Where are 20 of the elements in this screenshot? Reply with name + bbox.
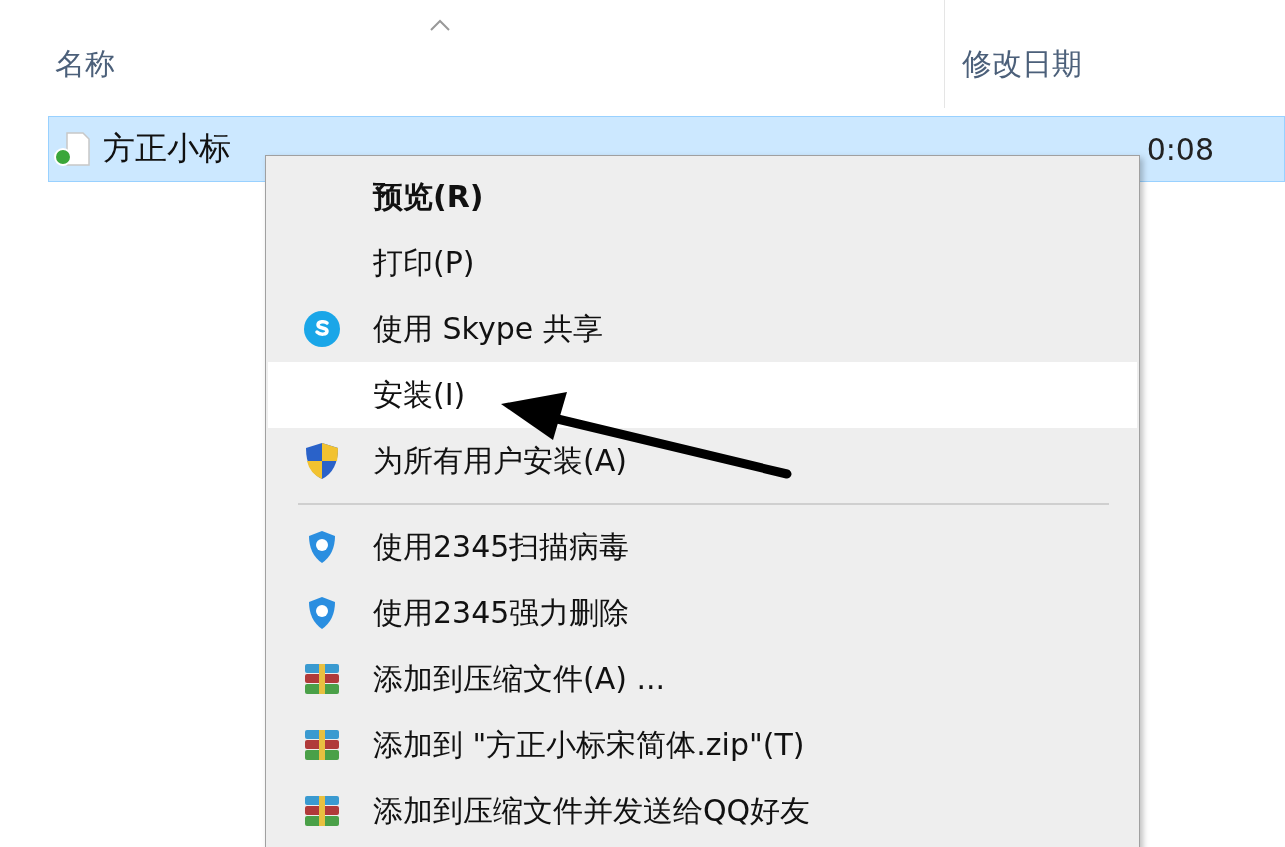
menu-item[interactable]: 使用2345扫描病毒 bbox=[268, 514, 1137, 580]
menu-item[interactable]: 为所有用户安装(A) bbox=[268, 428, 1137, 494]
archive-icon bbox=[303, 728, 341, 762]
menu-item[interactable]: 使用 Skype 共享 bbox=[268, 296, 1137, 362]
shield-icon bbox=[307, 596, 337, 630]
archive-icon bbox=[303, 794, 341, 828]
skype-icon bbox=[303, 310, 341, 348]
file-date: 0:08 bbox=[1146, 131, 1214, 167]
menu-item[interactable]: 使用2345强力删除 bbox=[268, 580, 1137, 646]
shield-icon bbox=[303, 441, 341, 481]
file-name: 方正小标 bbox=[103, 128, 231, 169]
menu-item[interactable]: 添加到 "方正小标宋简体.zip"(T) bbox=[268, 712, 1137, 778]
menu-item[interactable]: 安装(I) bbox=[268, 362, 1137, 428]
column-header[interactable]: 修改日期 bbox=[962, 44, 1082, 85]
menu-item[interactable]: 添加到压缩文件并发送给QQ好友 bbox=[268, 778, 1137, 844]
shield-icon bbox=[307, 530, 337, 564]
menu-item[interactable]: 添加到压缩文件(A) ... bbox=[268, 646, 1137, 712]
archive-icon bbox=[303, 662, 341, 696]
column-header[interactable]: 名称 bbox=[55, 44, 944, 85]
menu-item[interactable]: 打印(P) bbox=[268, 230, 1137, 296]
